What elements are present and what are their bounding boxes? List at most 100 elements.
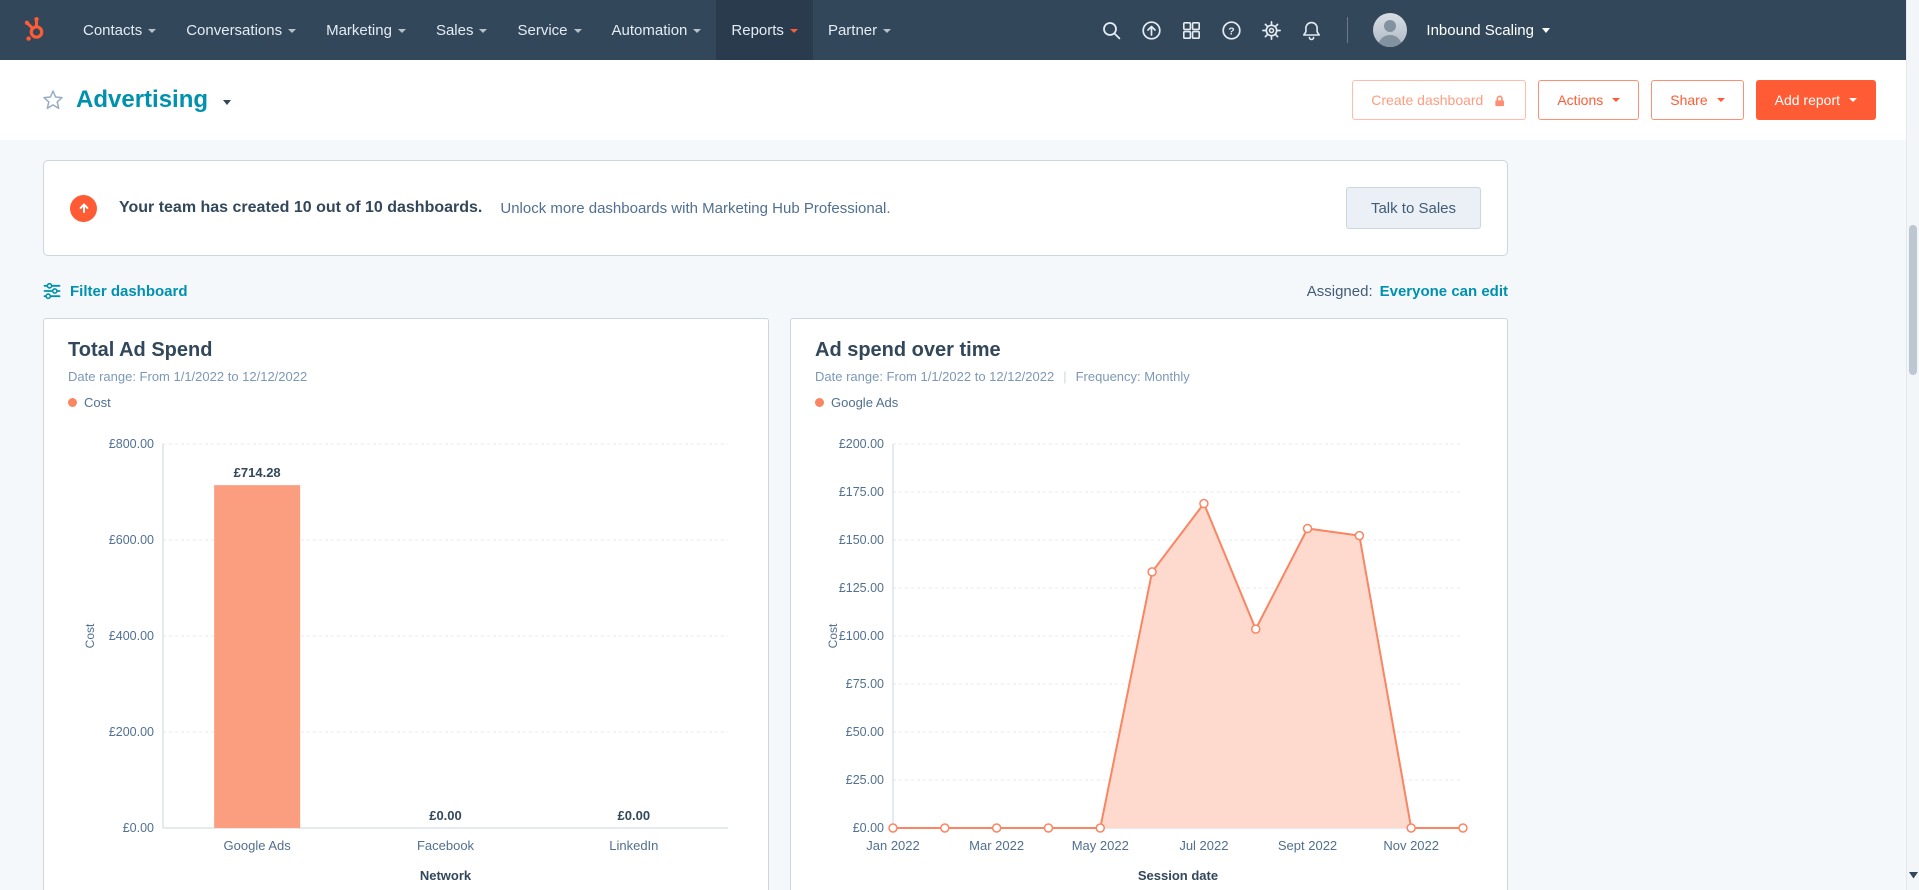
nav-item-partner[interactable]: Partner — [813, 0, 906, 60]
y-tick-label: £50.00 — [846, 725, 884, 739]
upgrade-icon[interactable] — [1141, 20, 1162, 41]
chevron-down-icon — [148, 29, 157, 33]
page-title[interactable]: Advertising — [76, 86, 208, 114]
chevron-down-icon — [288, 29, 297, 33]
hubspot-sprocket-icon — [24, 16, 43, 41]
bar-google-ads[interactable] — [214, 485, 301, 828]
y-tick-label: £0.00 — [853, 821, 884, 835]
nav-item-contacts[interactable]: Contacts — [68, 0, 171, 60]
hubspot-logo[interactable] — [20, 15, 50, 45]
y-tick-label: £125.00 — [839, 581, 884, 595]
share-button[interactable]: Share — [1651, 80, 1744, 120]
legend-label: Cost — [84, 395, 111, 410]
assigned-label: Assigned: — [1306, 282, 1373, 300]
data-point[interactable] — [1354, 530, 1365, 541]
dashboard-limit-banner: Your team has created 10 out of 10 dashb… — [43, 160, 1508, 256]
help-icon[interactable]: ? — [1221, 20, 1242, 41]
banner-heading: Your team has created 10 out of 10 dashb… — [119, 199, 483, 216]
dashboard-switcher-caret[interactable] — [223, 99, 232, 105]
favorite-star-icon[interactable] — [43, 90, 63, 110]
marketplace-icon[interactable] — [1181, 20, 1202, 41]
share-label: Share — [1670, 92, 1708, 108]
nav-item-marketing[interactable]: Marketing — [311, 0, 421, 60]
scroll-down-arrow[interactable] — [1909, 866, 1918, 884]
data-point[interactable] — [1406, 823, 1416, 833]
x-tick-label: Nov 2022 — [1383, 838, 1439, 853]
notifications-bell-icon[interactable] — [1301, 20, 1322, 41]
report-title: Total Ad Spend — [68, 339, 213, 361]
x-axis-label: Network — [420, 868, 472, 883]
x-tick-label: Sept 2022 — [1278, 838, 1337, 853]
subtitle-divider: | — [1063, 369, 1067, 384]
top-navbar: Contacts Conversations Marketing Sales S… — [0, 0, 1919, 60]
legend-item-cost[interactable]: Cost — [68, 395, 744, 410]
chevron-down-icon — [1716, 98, 1725, 102]
add-report-button[interactable]: Add report — [1755, 80, 1876, 120]
report-title: Ad spend over time — [815, 339, 1001, 361]
filter-dashboard-link[interactable]: Filter dashboard — [43, 282, 188, 300]
y-tick-label: £400.00 — [109, 629, 154, 643]
data-point[interactable] — [1199, 498, 1209, 509]
y-tick-label: £200.00 — [109, 725, 154, 739]
nav-item-label: Contacts — [83, 21, 143, 39]
nav-item-conversations[interactable]: Conversations — [171, 0, 311, 60]
chevron-down-icon — [1612, 98, 1621, 102]
nav-item-sales[interactable]: Sales — [421, 0, 503, 60]
x-tick-label: Google Ads — [224, 838, 292, 853]
account-menu[interactable]: Inbound Scaling — [1426, 22, 1550, 39]
actions-label: Actions — [1557, 92, 1604, 108]
talk-to-sales-button[interactable]: Talk to Sales — [1345, 187, 1481, 229]
filter-dashboard-label: Filter dashboard — [70, 282, 188, 300]
data-point[interactable] — [1302, 523, 1313, 534]
create-dashboard-button[interactable]: Create dashboard — [1352, 80, 1527, 120]
report-card-total-ad-spend: Total Ad Spend Date range: From 1/1/2022… — [43, 318, 769, 890]
report-date-range: Date range: From 1/1/2022 to 12/12/2022 — [68, 369, 308, 384]
data-point[interactable] — [888, 823, 898, 833]
ad-spend-over-time-area-chart: £200.00 £175.00 £150.00 £125.00 £100.00 £75.0… — [826, 437, 1468, 883]
nav-item-automation[interactable]: Automation — [597, 0, 717, 60]
nav-item-service[interactable]: Service — [502, 0, 596, 60]
settings-gear-icon[interactable] — [1261, 20, 1282, 41]
legend-dot — [815, 398, 824, 407]
y-tick-label: £600.00 — [109, 533, 154, 547]
assigned-value-link[interactable]: Everyone can edit — [1380, 283, 1508, 300]
data-point[interactable] — [1043, 823, 1054, 833]
create-dashboard-label: Create dashboard — [1371, 92, 1484, 108]
data-point[interactable] — [1147, 567, 1157, 577]
nav-item-label: Service — [517, 21, 568, 39]
chevron-down-icon — [693, 29, 702, 33]
lock-icon — [1495, 95, 1505, 106]
y-tick-label: £75.00 — [846, 677, 884, 691]
bar-value-label: £0.00 — [429, 808, 462, 823]
nav-item-reports[interactable]: Reports — [716, 0, 813, 60]
legend-item-google-ads[interactable]: Google Ads — [815, 395, 1483, 410]
actions-button[interactable]: Actions — [1538, 80, 1640, 120]
total-ad-spend-bar-chart: £800.00 £600.00 £400.00 £200.00 £0.00 £714.28… — [83, 437, 728, 883]
chevron-down-icon — [1849, 98, 1857, 102]
nav-item-label: Marketing — [326, 21, 392, 39]
x-tick-label: Jul 2022 — [1179, 838, 1228, 853]
data-point[interactable] — [1250, 624, 1261, 634]
nav-item-label: Sales — [435, 21, 474, 39]
y-tick-label: £200.00 — [839, 437, 884, 451]
report-card-ad-spend-over-time: Ad spend over time Date range: From 1/1/… — [790, 318, 1508, 890]
nav-item-label: Partner — [827, 21, 878, 39]
data-point[interactable] — [1458, 823, 1468, 833]
data-point[interactable] — [940, 823, 950, 833]
scrollbar-track[interactable] — [1906, 0, 1919, 890]
chevron-down-icon — [397, 29, 406, 33]
y-tick-label: £100.00 — [839, 629, 884, 643]
chevron-down-icon — [573, 29, 582, 33]
legend-dot — [68, 398, 77, 407]
scrollbar-thumb[interactable] — [1909, 225, 1917, 375]
report-date-range: Date range: From 1/1/2022 to 12/12/2022 — [815, 369, 1055, 384]
data-point[interactable] — [991, 823, 1002, 833]
data-point[interactable] — [1095, 823, 1106, 833]
y-tick-label: £150.00 — [839, 533, 884, 547]
avatar[interactable] — [1373, 13, 1408, 47]
nav-divider — [1347, 17, 1349, 43]
x-tick-label: May 2022 — [1072, 838, 1129, 853]
search-icon[interactable] — [1101, 20, 1122, 41]
x-axis-label: Session date — [1138, 868, 1218, 883]
x-tick-label: LinkedIn — [609, 838, 658, 853]
